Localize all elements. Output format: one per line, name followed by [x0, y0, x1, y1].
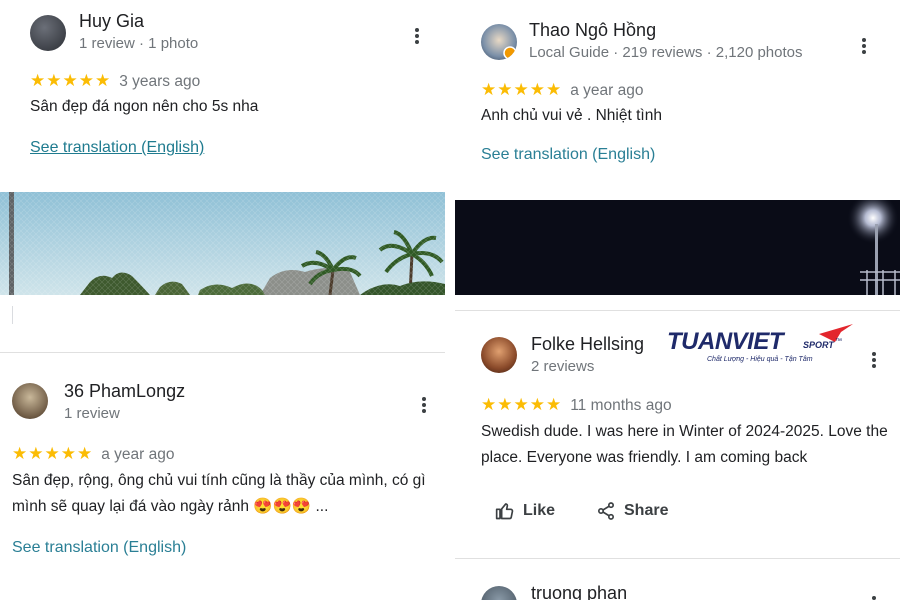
brand-name: TUANVIET	[667, 328, 784, 355]
avatar[interactable]	[481, 586, 517, 600]
column-gap	[445, 0, 455, 600]
review-text: Sân đẹp đá ngon nên cho 5s nha	[30, 98, 259, 115]
review-time: 3 years ago	[119, 73, 201, 90]
right-column: Thao Ngô Hồng Local Guide · 219 reviews …	[455, 0, 900, 600]
avatar[interactable]	[481, 337, 517, 373]
see-translation-link[interactable]: See translation (English)	[30, 139, 204, 157]
brand-tagline: Chất Lượng - Hiệu quả - Tận Tâm	[707, 356, 813, 363]
more-options-icon[interactable]	[421, 397, 427, 415]
avatar[interactable]	[30, 15, 66, 51]
reviewer-meta: 2 reviews	[531, 358, 595, 375]
review-text: Anh chủ vui vẻ . Nhiệt tình	[481, 107, 662, 124]
night-field-photo	[455, 200, 900, 295]
reviewer-meta: 1 review · 1 photo	[79, 35, 199, 52]
reviewer-name[interactable]: Huy Gia	[79, 11, 144, 32]
review-time: a year ago	[570, 82, 644, 99]
like-label: Like	[523, 502, 556, 519]
left-column: Huy Gia 1 review · 1 photo ★★★★★ 3 years …	[0, 0, 445, 600]
star-rating: ★★★★★	[481, 80, 563, 99]
brand-sub: SPORT	[803, 340, 834, 350]
review-photo[interactable]	[455, 200, 900, 295]
reviewer-meta: Local Guide · 219 reviews · 2,120 photos	[529, 44, 803, 61]
share-icon	[598, 502, 614, 520]
reviewer-meta: 1 review	[64, 405, 120, 422]
review-divider	[455, 310, 900, 311]
see-translation-link[interactable]: See translation (English)	[12, 539, 186, 557]
review-time: 11 months ago	[570, 397, 672, 414]
share-label: Share	[624, 502, 669, 519]
review-divider	[0, 352, 445, 353]
review-text: Swedish dude. I was here in Winter of 20…	[481, 423, 888, 466]
review-actions: Like Share	[455, 498, 900, 528]
rating-row: ★★★★★ a year ago	[12, 444, 174, 464]
star-rating: ★★★★★	[12, 444, 94, 463]
share-button[interactable]: Share	[596, 501, 668, 521]
brand-watermark: TUANVIET SPORT ™ Chất Lượng - Hiệu quả -…	[667, 316, 862, 368]
star-rating: ★★★★★	[481, 395, 563, 414]
review-photo[interactable]	[0, 192, 445, 295]
reviewer-name[interactable]: Folke Hellsing	[531, 334, 644, 355]
field-photo	[0, 192, 445, 295]
reviewer-name[interactable]: truong phan	[531, 583, 627, 600]
star-rating: ★★★★★	[30, 71, 112, 90]
more-options-icon[interactable]	[414, 28, 420, 46]
brand-tm: ™	[835, 338, 842, 345]
rating-row: ★★★★★ a year ago	[481, 80, 643, 100]
review-time: a year ago	[101, 446, 175, 463]
review-text: Sân đẹp, rộng, ông chủ vui tính cũng là …	[12, 472, 426, 515]
thumbs-up-icon	[495, 503, 514, 520]
rating-row: ★★★★★ 11 months ago	[481, 395, 672, 415]
more-options-icon[interactable]	[871, 352, 877, 370]
review-divider	[455, 558, 900, 559]
cursor-divider	[12, 306, 13, 324]
reviewer-name[interactable]: 36 PhamLongz	[64, 381, 185, 402]
more-options-icon[interactable]	[861, 38, 867, 56]
avatar[interactable]	[12, 383, 48, 419]
rating-row: ★★★★★ 3 years ago	[30, 71, 200, 91]
more-options-icon[interactable]	[871, 596, 877, 600]
reviewer-name[interactable]: Thao Ngô Hồng	[529, 20, 656, 41]
local-guide-badge-icon	[503, 46, 517, 60]
see-translation-link[interactable]: See translation (English)	[481, 146, 655, 164]
like-button[interactable]: Like	[495, 501, 555, 521]
avatar[interactable]	[481, 24, 517, 60]
